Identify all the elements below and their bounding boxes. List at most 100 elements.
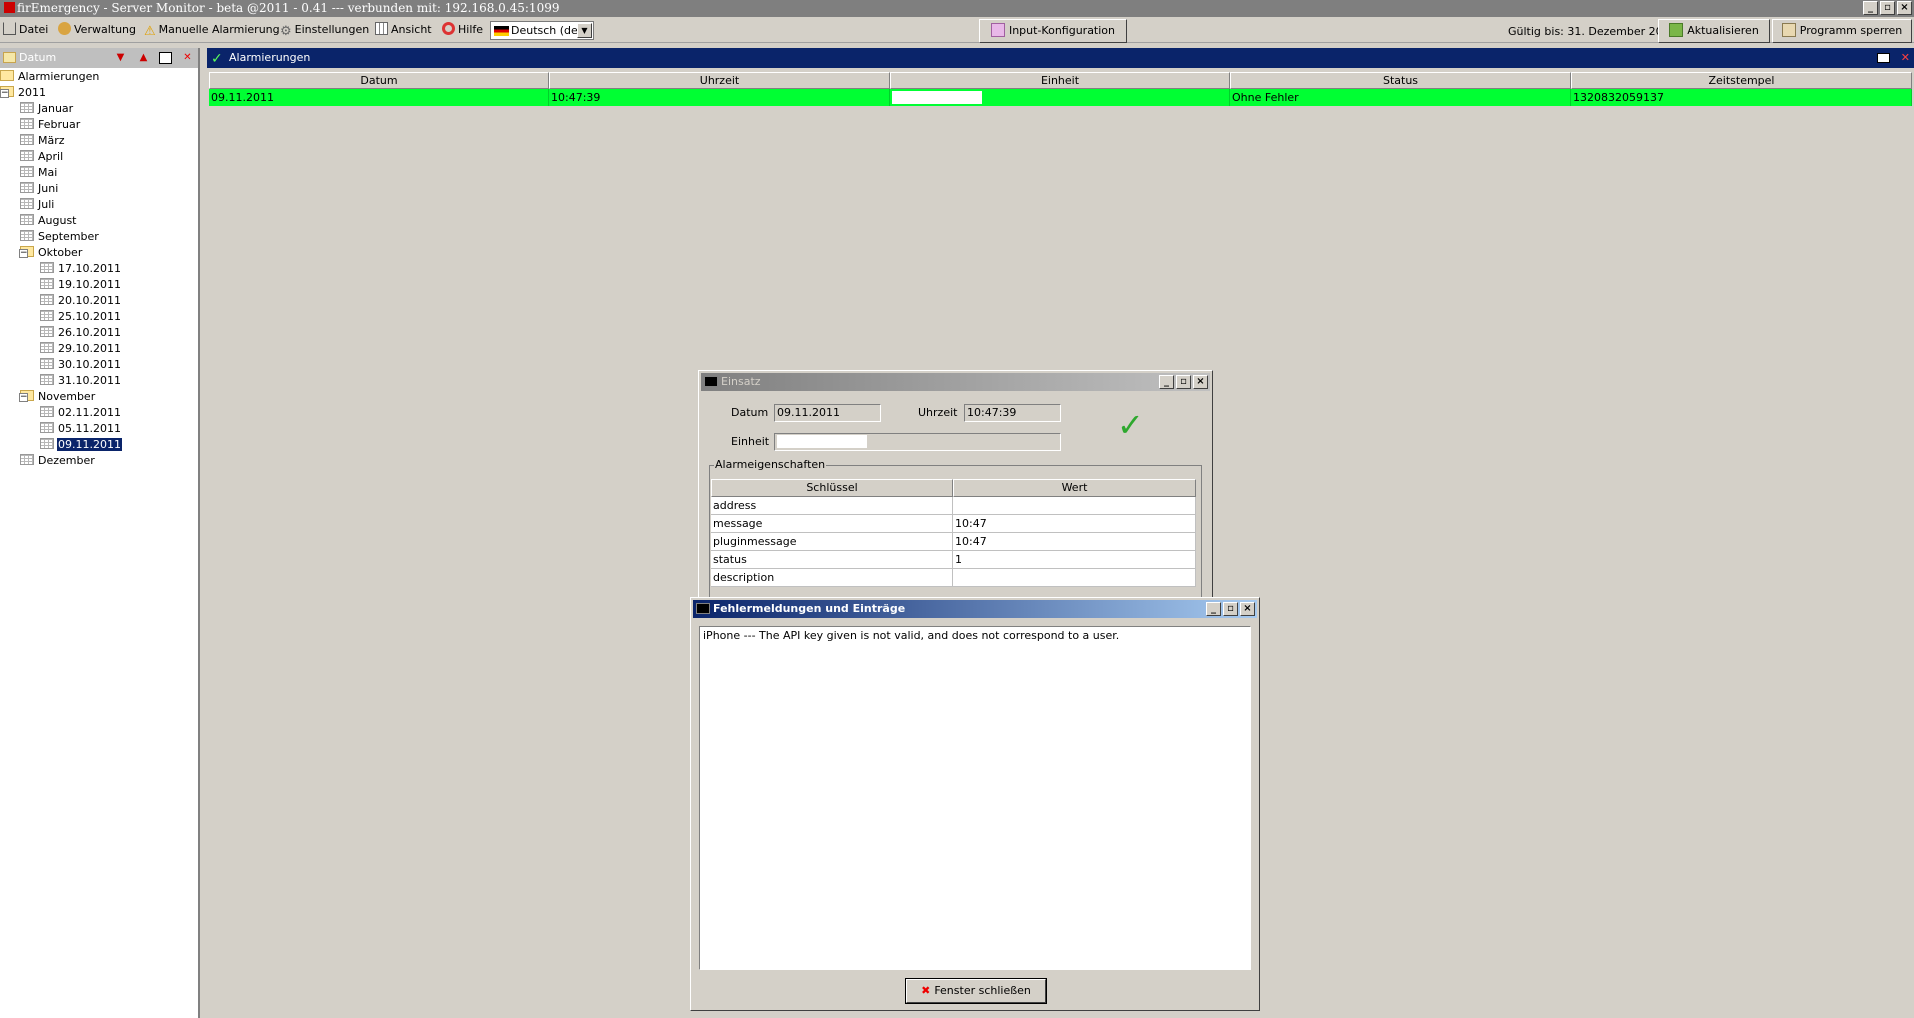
calendar-icon <box>20 230 34 241</box>
property-value: 1 <box>953 551 1196 569</box>
menu-ansicht[interactable]: Ansicht <box>375 21 432 39</box>
calendar-icon <box>20 102 34 113</box>
calendar-icon <box>40 262 54 273</box>
tree-expander-icon[interactable]: − <box>19 249 28 258</box>
maximize-button[interactable]: ▫ <box>1880 1 1895 15</box>
tree-day[interactable]: 29.10.2011 <box>40 342 122 356</box>
column-header[interactable]: Zeitstempel <box>1571 72 1912 89</box>
table-row[interactable]: 09.11.2011 10:47:39 Ohne Fehler 13208320… <box>209 89 1912 106</box>
calendar-icon <box>3 52 16 63</box>
column-header[interactable]: Einheit <box>890 72 1230 89</box>
chevron-down-icon[interactable]: ▼ <box>577 23 592 38</box>
refresh-button[interactable]: Aktualisieren <box>1658 19 1770 43</box>
minimize-button[interactable]: _ <box>1159 375 1174 389</box>
tree-month[interactable]: Juni <box>20 182 59 196</box>
menu-einstellungen[interactable]: ⚙ Einstellungen <box>280 21 369 39</box>
lock-program-button[interactable]: Programm sperren <box>1772 19 1912 43</box>
property-key: description <box>711 569 953 587</box>
einheit-label: Einheit <box>731 435 770 448</box>
menu-hilfe[interactable]: Hilfe <box>442 21 483 39</box>
tree-expander-icon[interactable]: − <box>0 89 9 98</box>
menu-verwaltung[interactable]: Verwaltung <box>58 21 136 39</box>
tree-month[interactable]: Mai <box>20 166 58 180</box>
maximize-button[interactable]: ▫ <box>1223 602 1238 616</box>
window-icon[interactable] <box>159 52 172 64</box>
tree-day[interactable]: 02.11.2011 <box>40 406 122 420</box>
close-icon[interactable]: ✕ <box>181 52 194 64</box>
folder-calendar-icon <box>0 70 14 81</box>
tree-month[interactable]: März <box>20 134 66 148</box>
alarms-panel-header: ✓ Alarmierungen ✕ <box>207 48 1914 68</box>
tree-day[interactable]: 31.10.2011 <box>40 374 122 388</box>
window-title: firEmergency - Server Monitor - beta @20… <box>17 1 560 15</box>
table-row[interactable]: pluginmessage 10:47 <box>711 533 1196 551</box>
table-row[interactable]: description <box>711 569 1196 587</box>
datum-field[interactable]: 09.11.2011 <box>774 404 881 422</box>
close-dialog-button[interactable]: × <box>1240 602 1255 616</box>
table-row[interactable]: message 10:47 <box>711 515 1196 533</box>
tree-month[interactable]: Oktober <box>20 246 83 260</box>
tree-day[interactable]: 05.11.2011 <box>40 422 122 436</box>
calendar-icon <box>20 214 34 225</box>
column-header[interactable]: Status <box>1230 72 1571 89</box>
tree-day[interactable]: 09.11.2011 <box>40 438 122 452</box>
cell-einheit <box>890 89 1230 106</box>
column-header[interactable]: Uhrzeit <box>549 72 890 89</box>
flag-de-icon <box>494 26 509 36</box>
menu-manuelle-alarmierung[interactable]: ⚠ Manuelle Alarmierung <box>144 21 280 39</box>
column-header[interactable]: Wert <box>953 479 1196 497</box>
minimize-button[interactable]: _ <box>1863 1 1878 15</box>
checkmark-icon: ✓ <box>1117 406 1144 444</box>
menu-datei[interactable]: Datei <box>3 21 48 39</box>
minimize-button[interactable]: _ <box>1206 602 1221 616</box>
tree-month[interactable]: Dezember <box>20 454 96 468</box>
close-window-button[interactable]: ✖ Fenster schließen <box>905 978 1047 1004</box>
tree-month[interactable]: August <box>20 214 78 228</box>
close-x-icon: ✖ <box>921 984 931 997</box>
tree-day[interactable]: 30.10.2011 <box>40 358 122 372</box>
refresh-icon <box>1669 23 1684 37</box>
property-value <box>953 497 1196 515</box>
calendar-icon <box>20 454 34 465</box>
maximize-button[interactable]: ▫ <box>1176 375 1191 389</box>
calendar-icon <box>40 406 54 417</box>
column-header[interactable]: Schlüssel <box>711 479 953 497</box>
tree-day[interactable]: 19.10.2011 <box>40 278 122 292</box>
tree-month[interactable]: Januar <box>20 102 74 116</box>
calendar-icon <box>40 294 54 305</box>
tree-day[interactable]: 17.10.2011 <box>40 262 122 276</box>
tree-month[interactable]: April <box>20 150 64 164</box>
collapse-down-icon[interactable]: ▼ <box>114 52 127 64</box>
close-dialog-button[interactable]: × <box>1193 375 1208 389</box>
cell-zeitstempel: 1320832059137 <box>1571 89 1912 106</box>
tree-day[interactable]: 20.10.2011 <box>40 294 122 308</box>
collapse-up-icon[interactable]: ▲ <box>137 52 150 64</box>
window-icon[interactable] <box>1877 53 1890 63</box>
gear-icon: ⚙ <box>280 24 292 39</box>
close-icon[interactable]: ✕ <box>1901 48 1910 68</box>
window-titlebar: firEmergency - Server Monitor - beta @20… <box>0 0 1914 17</box>
column-header[interactable]: Datum <box>209 72 549 89</box>
tree-expander-icon[interactable]: − <box>19 393 28 402</box>
alarm-properties-table: Schlüssel Wert address message 10:47 pluginme… <box>711 479 1196 587</box>
table-row[interactable]: address <box>711 497 1196 515</box>
tree-month[interactable]: November <box>20 390 96 404</box>
tree-month[interactable]: September <box>20 230 100 244</box>
einheit-field[interactable] <box>774 433 1061 451</box>
input-config-button[interactable]: Input-Konfiguration <box>979 19 1127 43</box>
table-row[interactable]: status 1 <box>711 551 1196 569</box>
property-value <box>953 569 1196 587</box>
tree-month[interactable]: Juli <box>20 198 55 212</box>
calendar-icon <box>40 310 54 321</box>
tree-root-alarmierungen[interactable]: Alarmierungen <box>0 70 100 84</box>
close-window-button[interactable]: × <box>1897 1 1912 15</box>
error-log-text[interactable]: iPhone --- The API key given is not vali… <box>699 626 1251 970</box>
uhrzeit-field[interactable]: 10:47:39 <box>964 404 1061 422</box>
cell-uhrzeit: 10:47:39 <box>549 89 890 106</box>
language-select[interactable]: Deutsch (de) ▼ <box>490 21 594 40</box>
tree-day[interactable]: 26.10.2011 <box>40 326 122 340</box>
datum-label: Datum <box>731 406 769 419</box>
calendar-icon <box>20 150 34 161</box>
tree-month[interactable]: Februar <box>20 118 81 132</box>
tree-day[interactable]: 25.10.2011 <box>40 310 122 324</box>
